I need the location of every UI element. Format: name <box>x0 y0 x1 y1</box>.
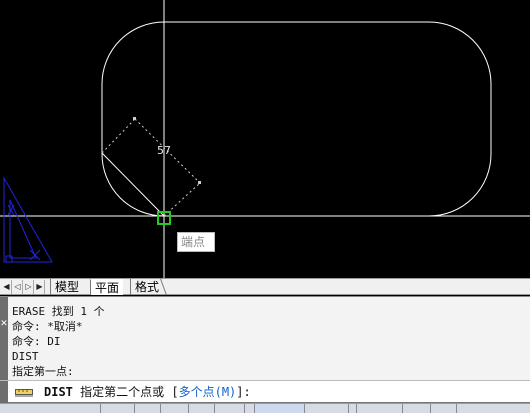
history-line: 命令: DI <box>12 335 61 348</box>
command-line[interactable]: DIST 指定第二个点或 [多个点(M)]: <box>0 380 530 403</box>
next-tab-button[interactable]: ▷ <box>24 280 34 294</box>
ucs-icon <box>3 176 53 263</box>
status-button[interactable] <box>456 404 530 413</box>
prompt-suffix: ]: <box>236 385 251 399</box>
history-line: DIST <box>12 350 39 363</box>
command-name: DIST <box>44 385 73 399</box>
dimension-preview <box>101 117 201 217</box>
status-button[interactable] <box>254 404 304 413</box>
panel-grip[interactable] <box>0 297 8 381</box>
status-button[interactable] <box>244 404 254 413</box>
command-prompt: DIST 指定第二个点或 [多个点(M)]: <box>44 385 251 400</box>
rubber-band-line <box>101 152 165 217</box>
osnap-tooltip: 端点 <box>177 232 215 252</box>
drawing-canvas[interactable]: 57 端点 <box>0 0 530 278</box>
tab-format[interactable]: 格式 <box>130 279 163 295</box>
history-line: 命令: *取消* <box>12 320 83 333</box>
status-button[interactable] <box>348 404 356 413</box>
status-button[interactable] <box>214 404 244 413</box>
prompt-text: 指定第二个点或 [ <box>72 385 179 399</box>
first-tab-button[interactable]: ◀ <box>2 280 12 294</box>
tab-model[interactable]: 模型 <box>50 279 83 295</box>
history-line: 指定第一点: <box>12 365 74 378</box>
close-icon[interactable]: ✕ <box>0 319 8 329</box>
option-multiple-points[interactable]: 多个点(M) <box>179 385 237 399</box>
status-button[interactable] <box>304 404 348 413</box>
command-line-grip[interactable] <box>0 381 8 403</box>
status-button[interactable] <box>430 404 456 413</box>
history-line: ERASE 找到 1 个 <box>12 305 105 318</box>
status-button[interactable] <box>100 404 134 413</box>
layout-tab-bar: ◀ ◁ ▷ ▶ 模型 平面 格式 <box>0 278 530 295</box>
history-lines: ERASE 找到 1 个 命令: *取消* 命令: DI DIST 指定第一点: <box>12 304 105 379</box>
status-button[interactable] <box>160 404 188 413</box>
status-button[interactable] <box>134 404 160 413</box>
status-bar <box>0 403 530 413</box>
tab-plan[interactable]: 平面 <box>90 279 124 295</box>
command-history-panel[interactable]: ✕ ERASE 找到 1 个 命令: *取消* 命令: DI DIST 指定第一… <box>0 296 530 381</box>
last-tab-button[interactable]: ▶ <box>35 280 45 294</box>
model-space[interactable] <box>0 0 530 278</box>
rounded-rectangle[interactable] <box>101 21 492 217</box>
status-button[interactable] <box>402 404 430 413</box>
status-button[interactable] <box>356 404 402 413</box>
status-button[interactable] <box>188 404 214 413</box>
dimension-text: 57 <box>157 144 171 157</box>
prev-tab-button[interactable]: ◁ <box>13 280 23 294</box>
ruler-icon <box>15 389 33 397</box>
